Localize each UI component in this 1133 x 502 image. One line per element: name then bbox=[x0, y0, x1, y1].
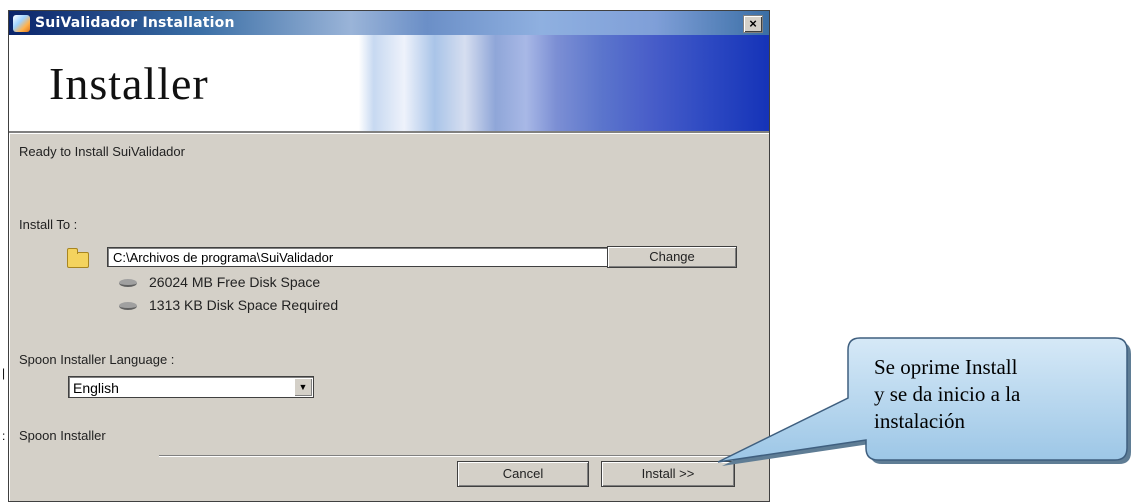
callout-line-1: Se oprime Install bbox=[874, 355, 1018, 379]
callout-line-2: y se da inicio a la bbox=[874, 382, 1021, 406]
callout-line-3: instalación bbox=[874, 409, 965, 433]
callout-text: Se oprime Install y se da inicio a la in… bbox=[874, 354, 1124, 435]
